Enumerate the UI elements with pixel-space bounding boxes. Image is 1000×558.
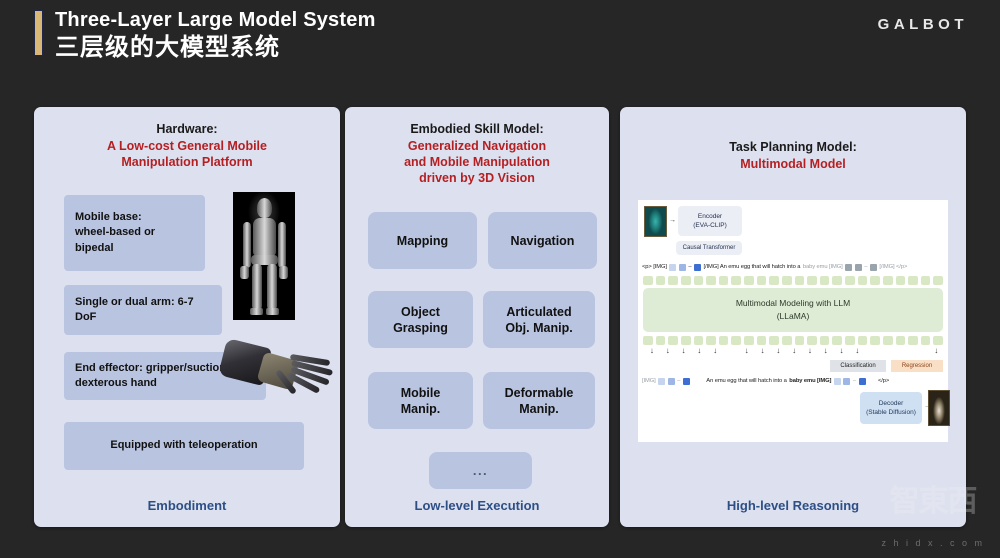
task-footer-label: High-level Reasoning xyxy=(726,498,860,513)
seq-bot-dash-2: – xyxy=(852,378,856,384)
diagram-output-token-sequence: [IMG] – An emu egg that will hatch into … xyxy=(642,376,944,386)
seq-bot-mid: An emu egg that will hatch into a xyxy=(706,378,787,384)
down-arrow-icon: ↓ xyxy=(744,346,749,355)
diagram-causal-transformer-box: Causal Transformer xyxy=(676,241,742,255)
down-arrow-icon: ↓ xyxy=(713,346,718,355)
hardware-box-mobile-base: Mobile base: wheel-based or bipedal xyxy=(64,195,205,271)
diagram-down-arrows: ↓ ↓ ↓ ↓ ↓ ↓ ↓ ↓ ↓ ↓ ↓ ↓ ↓ ↓ xyxy=(644,346,944,358)
input-image-thumbnail xyxy=(644,206,667,237)
out-swatch-mid-2 xyxy=(843,377,851,385)
down-arrow-icon: ↓ xyxy=(697,346,702,355)
llm-label-2: (LLaMA) xyxy=(776,311,810,321)
diagram-encoder-box: Encoder (EVA-CLIP) xyxy=(678,206,742,236)
hardware-head-red-1: A Low-cost General Mobile xyxy=(107,139,267,153)
diagram-token-row-top xyxy=(643,276,943,285)
token-swatch-mid xyxy=(678,263,686,271)
down-arrow-icon: ↓ xyxy=(839,346,844,355)
diagram-llm-box: Multimodal Modeling with LLM (LLaMA) xyxy=(643,288,943,332)
skill-head-red-1: Generalized Navigation xyxy=(407,139,547,153)
token-swatch-grey-1 xyxy=(845,263,853,271)
skill-pill-more[interactable]: ... xyxy=(429,452,532,489)
seq-top-dim: baby emu [IMG] xyxy=(802,264,843,270)
seq-bot-prefix: [IMG] xyxy=(642,378,656,384)
page-title-en: Three-Layer Large Model System xyxy=(55,9,376,31)
task-head-red: Multimodal Model xyxy=(740,157,846,171)
panel-hardware-header: Hardware: A Low-cost General Mobile Mani… xyxy=(34,107,340,170)
skill-pill-articulated-obj-manip[interactable]: Articulated Obj. Manip. xyxy=(483,291,595,348)
seq-top-suffix: [/IMG] </p> xyxy=(879,264,908,270)
down-arrow-icon: ↓ xyxy=(681,346,686,355)
out-swatch-light-2 xyxy=(833,377,841,385)
humanoid-robot-photo xyxy=(233,192,295,320)
skill-pill-navigation[interactable]: Navigation xyxy=(488,212,597,269)
token-swatch-grey-2 xyxy=(854,263,862,271)
hardware-head-black: Hardware: xyxy=(156,122,218,136)
down-arrow-icon: ↓ xyxy=(934,346,939,355)
token-swatch-grey-3 xyxy=(869,263,877,271)
robotic-hand-photo xyxy=(218,329,336,409)
skill-head-red-2: and Mobile Manipulation xyxy=(404,155,550,169)
out-swatch-light xyxy=(658,377,666,385)
token-swatch-light xyxy=(669,263,677,271)
input-arrow-icon: → xyxy=(669,217,676,224)
diagram-input-token-sequence: <p> [IMG] – [/IMG] An emu egg that will … xyxy=(642,262,944,272)
panel-embodied-skill: Embodied Skill Model: Generalized Naviga… xyxy=(345,107,609,527)
skill-pill-object-grasping[interactable]: Object Grasping xyxy=(368,291,473,348)
skill-panel-header: Embodied Skill Model: Generalized Naviga… xyxy=(345,107,609,186)
title-block: Three-Layer Large Model System 三层级的大模型系统 xyxy=(55,7,376,63)
seq-bot-dash: – xyxy=(677,378,681,384)
skill-head-black: Embodied Skill Model: xyxy=(410,122,544,136)
diagram-decoder-box: Decoder (Stable Diffusion) xyxy=(860,392,922,424)
task-panel-header: Task Planning Model: Multimodal Model xyxy=(620,107,966,172)
page-title-cn: 三层级的大模型系统 xyxy=(55,34,280,61)
seq-top-dash-2: – xyxy=(864,264,868,270)
multimodal-architecture-diagram: → Encoder (EVA-CLIP) Causal Transformer … xyxy=(638,200,950,442)
out-swatch-dark xyxy=(682,377,690,385)
down-arrow-icon: ↓ xyxy=(855,346,860,355)
diagram-classification-head: Classification xyxy=(830,360,886,372)
hardware-box-arm: Single or dual arm: 6-7 DoF xyxy=(64,285,222,335)
seq-top-mid: [/IMG] An emu egg that will hatch into a xyxy=(703,264,801,270)
llm-label-1: Multimodal Modeling with LLM xyxy=(735,298,851,308)
seq-bot-end: </p> xyxy=(878,378,890,384)
decoder-label-1: Decoder xyxy=(878,400,904,407)
task-head-black: Task Planning Model: xyxy=(729,140,857,154)
diagram-token-row-bottom xyxy=(643,336,943,345)
skill-pill-mapping[interactable]: Mapping xyxy=(368,212,477,269)
seq-bot-bold: baby emu [IMG] xyxy=(789,378,832,384)
down-arrow-icon: ↓ xyxy=(665,346,670,355)
down-arrow-icon: ↓ xyxy=(776,346,781,355)
watermark-url: z h i d x . c o m xyxy=(881,538,985,548)
encoder-label-1: Encoder xyxy=(697,213,723,220)
slide-header: Three-Layer Large Model System 三层级的大模型系统… xyxy=(0,0,1000,88)
diagram-regression-head: Regression xyxy=(891,360,943,372)
out-swatch-dark-2 xyxy=(858,377,866,385)
hardware-box-teleoperation: Equipped with teleoperation xyxy=(64,422,304,470)
accent-bar xyxy=(34,10,43,56)
panel-task-planning: Task Planning Model: Multimodal Model → … xyxy=(620,107,966,527)
skill-pill-mobile-manip[interactable]: Mobile Manip. xyxy=(368,372,473,429)
down-arrow-icon: ↓ xyxy=(823,346,828,355)
output-image-thumbnail xyxy=(928,390,950,426)
skill-head-red-3: driven by 3D Vision xyxy=(419,171,535,185)
galbot-logo: GALBOT xyxy=(877,16,968,33)
skill-footer-label: Low-level Execution xyxy=(414,498,540,513)
hardware-head-red-2: Manipulation Platform xyxy=(121,155,253,169)
seq-top-dash: – xyxy=(688,264,692,270)
down-arrow-icon: ↓ xyxy=(792,346,797,355)
decoder-label-2: (Stable Diffusion) xyxy=(866,409,916,416)
out-swatch-mid xyxy=(667,377,675,385)
slide: Three-Layer Large Model System 三层级的大模型系统… xyxy=(0,0,1000,558)
encoder-label-2: (EVA-CLIP) xyxy=(693,222,727,229)
down-arrow-icon: ↓ xyxy=(807,346,812,355)
skill-pill-deformable-manip[interactable]: Deformable Manip. xyxy=(483,372,595,429)
seq-top-prefix: <p> [IMG] xyxy=(642,264,667,270)
down-arrow-icon: ↓ xyxy=(760,346,765,355)
hardware-footer-label: Embodiment xyxy=(147,498,227,513)
panel-hardware: Hardware: A Low-cost General Mobile Mani… xyxy=(34,107,340,527)
down-arrow-icon: ↓ xyxy=(649,346,654,355)
token-swatch-dark xyxy=(694,263,701,271)
